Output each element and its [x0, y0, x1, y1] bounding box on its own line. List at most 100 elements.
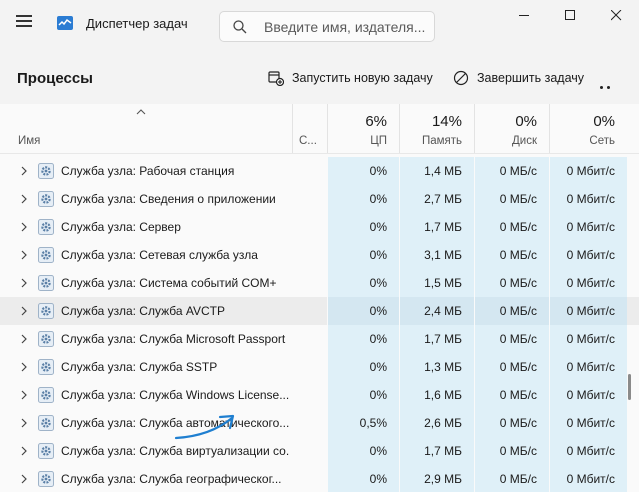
search-box[interactable]	[219, 11, 435, 42]
memory-value: 1,7 МБ	[399, 437, 474, 465]
disk-value: 0 МБ/с	[474, 269, 549, 297]
end-task-button[interactable]: Завершить задачу	[453, 67, 584, 89]
chevron-right-icon[interactable]	[20, 362, 28, 372]
search-icon	[233, 20, 247, 34]
network-value: 0 Мбит/с	[549, 185, 627, 213]
run-new-task-button[interactable]: Запустить новую задачу	[268, 67, 433, 89]
column-disk-header[interactable]: 0% Диск	[474, 104, 549, 153]
network-value: 0 Мбит/с	[549, 297, 627, 325]
chevron-right-icon[interactable]	[20, 446, 28, 456]
network-value: 0 Мбит/с	[549, 353, 627, 381]
table-row[interactable]: Служба узла: Служба виртуализации со... 0…	[0, 437, 639, 465]
chevron-right-icon[interactable]	[20, 334, 28, 344]
app-title: Диспетчер задач	[86, 16, 188, 31]
memory-value: 2,6 МБ	[399, 409, 474, 437]
cpu-value: 0%	[327, 213, 399, 241]
maximize-icon	[565, 10, 575, 20]
table-row[interactable]: Служба узла: Сервер 0% 1,7 МБ 0 МБ/с 0 Мбит/…	[0, 213, 639, 241]
run-new-task-label: Запустить новую задачу	[292, 71, 433, 85]
network-value: 0 Мбит/с	[549, 325, 627, 353]
memory-value: 1,7 МБ	[399, 213, 474, 241]
service-gear-icon	[38, 247, 54, 263]
column-name-header[interactable]: Имя	[18, 135, 40, 147]
table-row[interactable]: Служба узла: Служба Microsoft Passport 0%…	[0, 325, 639, 353]
cpu-value: 0%	[327, 297, 399, 325]
process-name: Служба узла: Служба Windows License...	[61, 388, 289, 402]
disk-total: 0%	[515, 113, 537, 130]
cpu-value: 0%	[327, 185, 399, 213]
chevron-right-icon[interactable]	[20, 194, 28, 204]
chevron-right-icon[interactable]	[20, 474, 28, 484]
service-gear-icon	[38, 331, 54, 347]
close-button[interactable]	[593, 0, 639, 32]
column-cpu-header[interactable]: 6% ЦП	[327, 104, 399, 153]
scrollbar-thumb[interactable]	[628, 374, 631, 400]
chevron-right-icon[interactable]	[20, 418, 28, 428]
chevron-right-icon[interactable]	[20, 306, 28, 316]
service-gear-icon	[38, 163, 54, 179]
table-row[interactable]: Служба узла: Служба Windows License... 0%…	[0, 381, 639, 409]
cpu-value: 0%	[327, 437, 399, 465]
process-name: Служба узла: Служба Microsoft Passport	[61, 332, 286, 346]
title-bar: Диспетчер задач	[0, 0, 639, 46]
service-gear-icon	[38, 191, 54, 207]
hamburger-menu-icon[interactable]	[16, 15, 32, 27]
service-gear-icon	[38, 275, 54, 291]
disk-value: 0 МБ/с	[474, 213, 549, 241]
maximize-button[interactable]	[547, 0, 593, 32]
chevron-right-icon[interactable]	[20, 278, 28, 288]
close-icon	[611, 10, 622, 21]
memory-label: Память	[421, 135, 462, 147]
chevron-right-icon[interactable]	[20, 166, 28, 176]
minimize-icon	[519, 15, 529, 16]
network-value: 0 Мбит/с	[549, 213, 627, 241]
table-row[interactable]: Служба узла: Рабочая станция 0% 1,4 МБ 0 МБ…	[0, 157, 639, 185]
disk-value: 0 МБ/с	[474, 353, 549, 381]
process-name: Служба узла: Сетевая служба узла	[61, 248, 258, 262]
table-row[interactable]: Служба узла: Система событий COM+ 0% 1,5 М…	[0, 269, 639, 297]
process-name: Служба узла: Сервер	[61, 220, 181, 234]
table-row[interactable]: Служба узла: Служба SSTP 0% 1,3 МБ 0 МБ/с 0 …	[0, 353, 639, 381]
task-manager-app-icon	[57, 16, 73, 30]
chevron-right-icon[interactable]	[20, 222, 28, 232]
process-name: Служба узла: Служба виртуализации со...	[61, 444, 289, 458]
network-value: 0 Мбит/с	[549, 437, 627, 465]
table-row[interactable]: Служба узла: Служба географическог... 0% 2…	[0, 465, 639, 492]
column-network-header[interactable]: 0% Сеть	[549, 104, 627, 153]
cpu-value: 0%	[327, 269, 399, 297]
disk-label: Диск	[512, 135, 537, 147]
table-row[interactable]: Служба узла: Сетевая служба узла 0% 3,1 МБ…	[0, 241, 639, 269]
process-table: Имя С... 6% ЦП 14% Память 0% Диск 0% Сет…	[0, 104, 639, 492]
disk-value: 0 МБ/с	[474, 409, 549, 437]
cpu-value: 0%	[327, 241, 399, 269]
end-task-icon	[453, 70, 469, 86]
service-gear-icon	[38, 387, 54, 403]
cpu-label: ЦП	[370, 135, 387, 147]
process-name: Служба узла: Система событий COM+	[61, 276, 277, 290]
cpu-value: 0%	[327, 157, 399, 185]
disk-value: 0 МБ/с	[474, 241, 549, 269]
disk-value: 0 МБ/с	[474, 465, 549, 492]
cpu-value: 0%	[327, 465, 399, 492]
table-row[interactable]: Служба узла: Служба AVCTP 0% 2,4 МБ 0 МБ/с 0…	[0, 297, 639, 325]
memory-value: 2,7 МБ	[399, 185, 474, 213]
toolbar: Процессы Запустить новую задачу Завершит…	[0, 56, 639, 107]
more-options-icon[interactable]	[600, 76, 620, 107]
search-input[interactable]	[264, 17, 430, 36]
memory-value: 1,4 МБ	[399, 157, 474, 185]
chevron-right-icon[interactable]	[20, 390, 28, 400]
end-task-label: Завершить задачу	[477, 71, 585, 85]
table-row[interactable]: Служба узла: Сведения о приложении 0% 2,7 …	[0, 185, 639, 213]
disk-value: 0 МБ/с	[474, 297, 549, 325]
column-memory-header[interactable]: 14% Память	[399, 104, 474, 153]
table-row[interactable]: Служба узла: Служба автоматического... 0,…	[0, 409, 639, 437]
disk-value: 0 МБ/с	[474, 157, 549, 185]
column-status-label: С...	[299, 135, 317, 147]
chevron-right-icon[interactable]	[20, 250, 28, 260]
network-label: Сеть	[589, 135, 615, 147]
column-status-header[interactable]: С...	[292, 104, 327, 153]
network-value: 0 Мбит/с	[549, 157, 627, 185]
minimize-button[interactable]	[501, 0, 547, 32]
sort-ascending-icon[interactable]	[136, 108, 146, 115]
cpu-value: 0%	[327, 381, 399, 409]
